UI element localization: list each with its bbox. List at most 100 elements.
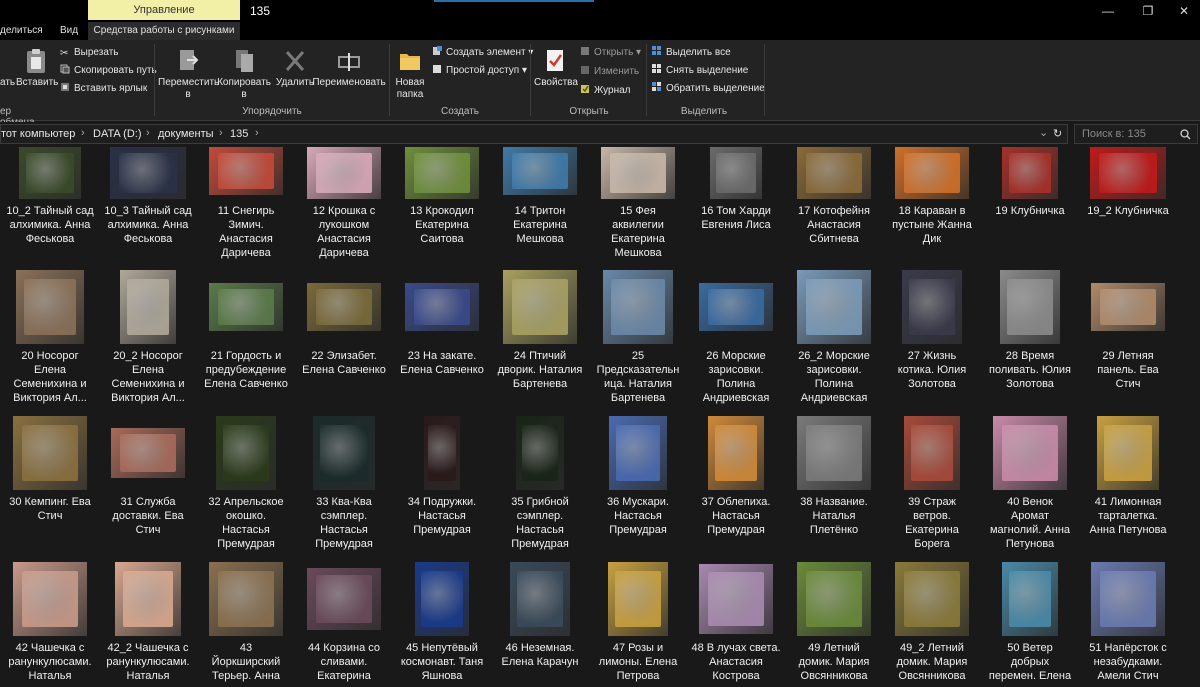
file-thumbnail[interactable]: [796, 146, 872, 200]
file-thumbnail[interactable]: [109, 146, 187, 200]
search-input[interactable]: Поиск в: 135: [1074, 124, 1198, 144]
easy-access-button[interactable]: Простой доступ ▾: [432, 64, 527, 78]
file-thumbnail[interactable]: [312, 415, 376, 491]
new-folder-button[interactable]: Новая папка: [392, 48, 428, 101]
file-thumbnail[interactable]: [1090, 282, 1166, 332]
paste-shortcut-button[interactable]: Вставить ярлык: [60, 82, 147, 96]
rename-button[interactable]: Переименовать: [312, 48, 386, 89]
file-thumbnail[interactable]: [607, 561, 669, 637]
chevron-down-icon[interactable]: ⌄: [1039, 126, 1048, 139]
file-thumbnail[interactable]: [894, 561, 970, 637]
file-item[interactable]: 42_2 Чашечка с ранункулюсами. Наталья: [100, 559, 196, 687]
select-all-button[interactable]: Выделить все: [652, 46, 731, 60]
file-thumbnail[interactable]: [992, 415, 1068, 491]
file-thumbnail[interactable]: [208, 146, 284, 196]
file-thumbnail[interactable]: [515, 415, 565, 491]
file-thumbnail[interactable]: [698, 282, 774, 332]
file-thumbnail[interactable]: [414, 561, 470, 637]
file-thumbnail[interactable]: [114, 561, 182, 637]
file-thumbnail[interactable]: [999, 269, 1061, 345]
file-item[interactable]: 30 Кемпинг. Ева Стич: [2, 413, 98, 553]
file-thumbnail[interactable]: [894, 146, 970, 200]
file-item[interactable]: 20_2 Носорог Елена Семенихина и Виктория Ал…: [100, 267, 196, 407]
file-thumbnail[interactable]: [15, 269, 85, 345]
file-item[interactable]: 31 Служба доставки. Ева Стич: [100, 413, 196, 553]
file-item[interactable]: 10_2 Тайный сад алхимика. Анна Феськова: [2, 146, 98, 282]
file-item[interactable]: 14 Тритон Екатерина Мешкова: [492, 146, 588, 282]
file-thumbnail[interactable]: [404, 146, 480, 200]
copy-to-button[interactable]: Копировать в: [216, 48, 272, 101]
file-thumbnail[interactable]: [119, 269, 177, 345]
file-item[interactable]: 16 Том Харди Евгения Лиса: [688, 146, 784, 282]
file-thumbnail[interactable]: [903, 415, 961, 491]
file-thumbnail[interactable]: [215, 415, 277, 491]
file-item[interactable]: 43 Йоркширский Терьер. Анна: [198, 559, 294, 687]
file-thumbnail[interactable]: [509, 561, 571, 637]
file-thumbnail[interactable]: [796, 561, 872, 637]
properties-button[interactable]: Свойства: [534, 48, 578, 89]
file-thumbnail[interactable]: [208, 282, 284, 332]
file-item[interactable]: 41 Лимонная тарталетка. Анна Петунова: [1080, 413, 1176, 553]
file-item[interactable]: 19_2 Клубничка: [1080, 146, 1176, 282]
file-item[interactable]: 45 Непутёвый космонавт. Таня Яшнова: [394, 559, 490, 687]
file-item[interactable]: 25 Предсказательн ица. Наталия Бартенева: [590, 267, 686, 407]
file-item[interactable]: 46 Неземная. Елена Карачун: [492, 559, 588, 687]
file-item[interactable]: 24 Птичий дворик. Наталия Бартенева: [492, 267, 588, 407]
maximize-button[interactable]: ❐: [1128, 2, 1168, 20]
file-thumbnail[interactable]: [901, 269, 963, 345]
file-thumbnail[interactable]: [707, 415, 765, 491]
file-item[interactable]: 35 Грибной сэмплер. Настасья Премудрая: [492, 413, 588, 553]
file-thumbnail[interactable]: [12, 561, 88, 637]
breadcrumb-this-pc[interactable]: тот компьютер: [1, 128, 75, 140]
file-thumbnail[interactable]: [796, 269, 872, 345]
file-item[interactable]: 17 Котофейня Анастасия Сбитнева: [786, 146, 882, 282]
chevron-right-icon[interactable]: ›: [219, 127, 223, 139]
file-item[interactable]: 21 Гордость и предубеждение Елена Савченко: [198, 267, 294, 407]
file-item[interactable]: 47 Розы и лимоны. Елена Петрова: [590, 559, 686, 687]
file-thumbnail[interactable]: [1089, 146, 1167, 200]
history-button[interactable]: Журнал: [580, 84, 631, 98]
cut-button[interactable]: ✂ Вырезать: [60, 46, 118, 60]
file-item[interactable]: 33 Ква-Ква сэмплер. Настасья Премудрая: [296, 413, 392, 553]
file-item[interactable]: 28 Время поливать. Юлия Золотова: [982, 267, 1078, 407]
open-button[interactable]: Открыть ▾: [580, 46, 641, 60]
file-item[interactable]: 50 Ветер добрых перемен. Елена: [982, 559, 1078, 687]
new-item-button[interactable]: Создать элемент ▾: [432, 46, 533, 60]
file-item[interactable]: 49_2 Летний домик. Мария Овсянникова: [884, 559, 980, 687]
file-item[interactable]: 18 Караван в пустыне Жанна Дик: [884, 146, 980, 282]
file-thumbnail[interactable]: [608, 415, 668, 491]
file-item[interactable]: 15 Фея аквилегии Екатерина Мешкова: [590, 146, 686, 282]
file-thumbnail[interactable]: [110, 427, 186, 479]
tab-view[interactable]: Вид: [60, 25, 78, 36]
file-item[interactable]: 27 Жизнь котика. Юлия Золотова: [884, 267, 980, 407]
pin-quick-access-button[interactable]: ать: [0, 48, 15, 89]
paste-button[interactable]: Вставить: [16, 48, 58, 89]
breadcrumb-drive[interactable]: DATA (D:): [93, 128, 141, 140]
invert-selection-button[interactable]: Обратить выделение: [652, 82, 765, 96]
file-thumbnail[interactable]: [1090, 561, 1166, 637]
file-item[interactable]: 26 Морские зарисовки. Полина Андриевская: [688, 267, 784, 407]
file-thumbnail[interactable]: [1001, 146, 1059, 200]
chevron-right-icon[interactable]: ›: [146, 127, 150, 139]
select-none-button[interactable]: Снять выделение: [652, 64, 748, 78]
file-item[interactable]: 32 Апрельское окошко. Настасья Премудрая: [198, 413, 294, 553]
address-bar[interactable]: тот компьютер › DATA (D:) › документы › …: [0, 124, 1068, 144]
file-item[interactable]: 44 Корзина со сливами. Екатерина: [296, 559, 392, 687]
file-item[interactable]: 34 Подружки. Настасья Премудрая: [394, 413, 490, 553]
file-item[interactable]: 23 На закате. Елена Савченко: [394, 267, 490, 407]
refresh-icon[interactable]: ↻: [1053, 127, 1062, 140]
minimize-button[interactable]: —: [1088, 2, 1128, 20]
file-item[interactable]: 10_3 Тайный сад алхимика. Анна Феськова: [100, 146, 196, 282]
file-thumbnail[interactable]: [1001, 561, 1059, 637]
file-item[interactable]: 38 Название. Наталья Плетёнко: [786, 413, 882, 553]
file-thumbnail[interactable]: [502, 269, 578, 345]
file-thumbnail[interactable]: [306, 146, 382, 200]
file-item[interactable]: 37 Облепиха. Настасья Премудрая: [688, 413, 784, 553]
file-thumbnail[interactable]: [602, 269, 674, 345]
file-thumbnail[interactable]: [709, 146, 763, 200]
file-thumbnail[interactable]: [306, 567, 382, 631]
file-item[interactable]: 19 Клубничка: [982, 146, 1078, 282]
file-item[interactable]: 42 Чашечка с ранункулюсами. Наталья: [2, 559, 98, 687]
edit-button[interactable]: Изменить: [580, 65, 639, 79]
file-item[interactable]: 29 Летняя панель. Ева Стич: [1080, 267, 1176, 407]
